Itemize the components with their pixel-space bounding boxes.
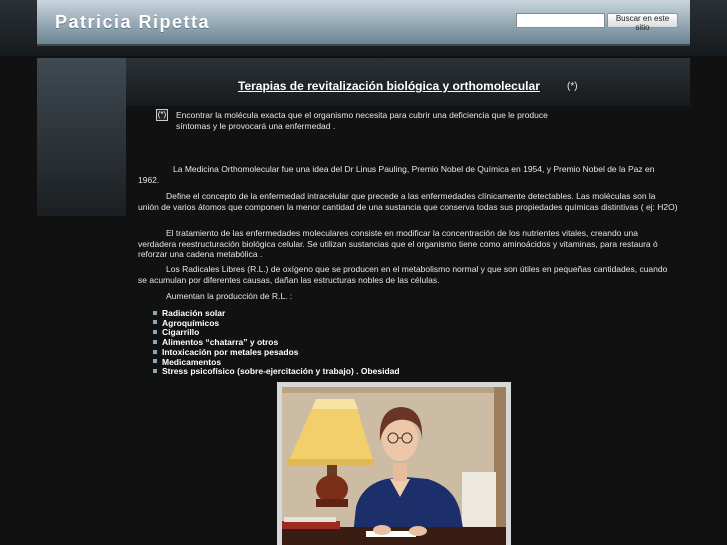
photo-frame — [277, 382, 511, 545]
paragraph-treatment: El tratamiento de las enfermedades molec… — [138, 228, 678, 260]
portrait-photo — [282, 387, 506, 545]
paragraph-text: La Medicina Orthomolecular fue una idea … — [138, 164, 655, 185]
square-bullet-icon — [153, 368, 157, 373]
main-content: Terapias de revitalización biológica y o… — [0, 0, 727, 545]
paragraph-text: El tratamiento de las enfermedades molec… — [138, 228, 658, 259]
square-bullet-icon — [153, 339, 157, 344]
list-item: Stress psicofísico (sobre-ejercitación y… — [153, 366, 400, 377]
paragraph-text: Define el concepto de la enfermedad intr… — [138, 191, 678, 212]
paragraph-text: Aumentan la producción de R.L. : — [166, 291, 293, 301]
title-footnote-ref: (*) — [567, 81, 578, 92]
paragraph-free-radicals: Los Radicales Libres (R.L.) de oxígeno q… — [138, 264, 678, 285]
square-bullet-icon — [153, 310, 157, 315]
risk-factor-list: Radiación solar Agroquímicos Cigarrillo … — [153, 308, 400, 377]
square-bullet-icon — [153, 349, 157, 354]
footnote-marker: (*) — [156, 109, 168, 121]
square-bullet-icon — [153, 320, 157, 325]
paragraph-concept: Define el concepto de la enfermedad intr… — [138, 191, 678, 212]
square-bullet-icon — [153, 330, 157, 335]
paragraph-pauling: La Medicina Orthomolecular fue una idea … — [138, 164, 678, 185]
footnote-text: Encontrar la molécula exacta que el orga… — [176, 110, 548, 131]
page-title: Terapias de revitalización biológica y o… — [238, 79, 540, 93]
paragraph-increase: Aumentan la producción de R.L. : — [138, 291, 678, 302]
portrait-illustration — [282, 387, 506, 545]
square-bullet-icon — [153, 359, 157, 364]
paragraph-text: Los Radicales Libres (R.L.) de oxígeno q… — [138, 264, 668, 285]
